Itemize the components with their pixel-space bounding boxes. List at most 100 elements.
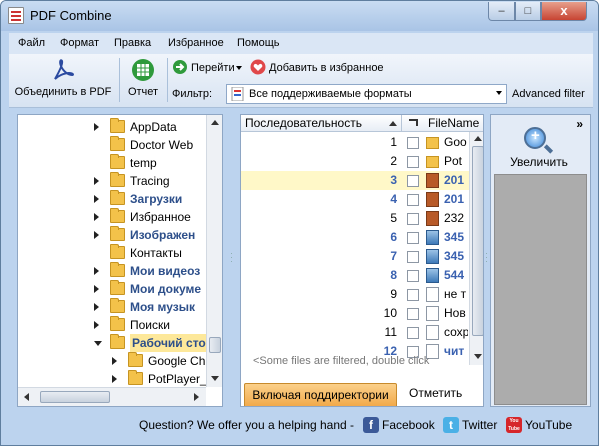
- minimize-button[interactable]: –: [488, 2, 515, 21]
- menu-favorites[interactable]: Избранное: [168, 37, 224, 49]
- collapsed-arrow-icon[interactable]: [94, 303, 99, 311]
- tree-item[interactable]: Google Ch: [18, 352, 206, 370]
- tree-item[interactable]: AppData: [18, 118, 206, 136]
- maximize-button[interactable]: □: [515, 2, 541, 21]
- row-checkbox[interactable]: [407, 213, 419, 225]
- collapsed-arrow-icon[interactable]: [94, 123, 99, 131]
- row-sequence-number: 5: [390, 211, 397, 225]
- collapsed-arrow-icon[interactable]: [112, 357, 117, 365]
- table-row[interactable]: 7 345: [241, 247, 469, 266]
- row-checkbox[interactable]: [407, 175, 419, 187]
- mark-button[interactable]: Отметить: [409, 386, 462, 400]
- menu-help[interactable]: Помощь: [237, 37, 280, 49]
- collapsed-arrow-icon[interactable]: [94, 321, 99, 329]
- facebook-link[interactable]: f Facebook: [363, 417, 443, 434]
- app-icon: [8, 7, 24, 24]
- table-row[interactable]: 6 345: [241, 228, 469, 247]
- go-arrow-icon: [173, 60, 187, 74]
- merge-pdf-button[interactable]: Объединить в PDF: [13, 58, 113, 104]
- youtube-link[interactable]: You Tube YouTube: [506, 417, 588, 434]
- menu-file[interactable]: Файл: [18, 37, 45, 49]
- title-bar[interactable]: PDF Combine – □ x: [1, 1, 598, 31]
- table-row[interactable]: 10 Нов: [241, 304, 469, 323]
- list-scroll-thumb[interactable]: [472, 146, 483, 336]
- report-label: Отчет: [127, 86, 159, 98]
- expand-panel-button[interactable]: »: [576, 117, 583, 131]
- twitter-link[interactable]: t Twitter: [443, 417, 507, 434]
- scroll-right-icon[interactable]: [194, 393, 199, 401]
- collapsed-arrow-icon[interactable]: [94, 195, 99, 203]
- tree-item-label: Мои докуме: [130, 282, 202, 296]
- tree-item-label: Doctor Web: [130, 138, 194, 152]
- table-row[interactable]: 11 сохр: [241, 323, 469, 342]
- list-vertical-scrollbar[interactable]: [469, 132, 483, 365]
- scroll-down-icon[interactable]: [211, 376, 219, 381]
- tree-item[interactable]: Tracing: [18, 172, 206, 190]
- row-checkbox[interactable]: [407, 289, 419, 301]
- row-checkbox[interactable]: [407, 137, 419, 149]
- table-row[interactable]: 5 232: [241, 209, 469, 228]
- table-row[interactable]: 3 201: [241, 171, 469, 190]
- report-button[interactable]: Отчет: [123, 58, 163, 104]
- tree-vertical-scrollbar[interactable]: [206, 115, 222, 387]
- column-divider[interactable]: [401, 115, 402, 132]
- zoom-label: Увеличить: [510, 155, 568, 169]
- scroll-up-icon[interactable]: [211, 120, 219, 125]
- close-button[interactable]: x: [541, 2, 587, 21]
- tree-item[interactable]: temp: [18, 154, 206, 172]
- column-sequence[interactable]: Последовательность: [245, 116, 362, 130]
- collapsed-arrow-icon[interactable]: [94, 231, 99, 239]
- tree-item[interactable]: Загрузки: [18, 190, 206, 208]
- tree-item[interactable]: Мои видеоз: [18, 262, 206, 280]
- menu-edit[interactable]: Правка: [114, 37, 151, 49]
- tree-item[interactable]: Избранное: [18, 208, 206, 226]
- scroll-up-icon[interactable]: [474, 136, 482, 141]
- folder-tree[interactable]: AppData Doctor Web temp Tracing Загрузки Избр…: [17, 114, 223, 407]
- row-checkbox[interactable]: [407, 194, 419, 206]
- table-row[interactable]: 8 544: [241, 266, 469, 285]
- row-filename: 201: [444, 173, 465, 187]
- tree-item[interactable]: Мои докуме: [18, 280, 206, 298]
- pdf-file-icon: [231, 87, 244, 101]
- collapsed-arrow-icon[interactable]: [94, 267, 99, 275]
- collapsed-arrow-icon[interactable]: [94, 213, 99, 221]
- left-splitter[interactable]: · · ·: [230, 249, 233, 266]
- scroll-left-icon[interactable]: [24, 393, 29, 401]
- row-checkbox[interactable]: [407, 308, 419, 320]
- tree-hscroll-thumb[interactable]: [40, 391, 110, 403]
- filter-dropdown[interactable]: Все поддерживаемые форматы: [226, 84, 507, 104]
- tree-item[interactable]: Поиски: [18, 316, 206, 334]
- file-list[interactable]: Последовательность FileName 1 Goo 2 Pot 3 201…: [240, 114, 484, 407]
- table-row[interactable]: 9 не т: [241, 285, 469, 304]
- row-checkbox[interactable]: [407, 232, 419, 244]
- tree-item[interactable]: Рабочий сто: [18, 334, 206, 352]
- table-row[interactable]: 2 Pot: [241, 152, 469, 171]
- column-filename[interactable]: FileName: [428, 116, 479, 130]
- tree-horizontal-scrollbar[interactable]: [18, 387, 206, 406]
- right-splitter[interactable]: · · ·: [485, 249, 488, 266]
- tree-item[interactable]: PotPlayer_: [18, 370, 206, 388]
- expanded-arrow-icon[interactable]: [94, 341, 102, 346]
- row-checkbox[interactable]: [407, 156, 419, 168]
- tree-item[interactable]: Doctor Web: [18, 136, 206, 154]
- tree-scroll-thumb[interactable]: [209, 337, 221, 353]
- row-checkbox[interactable]: [407, 270, 419, 282]
- row-sequence-number: 9: [390, 287, 397, 301]
- include-subdirectories-button[interactable]: Включая поддиректории: [244, 383, 397, 406]
- zoom-button[interactable]: Увеличить: [499, 117, 574, 172]
- filtered-files-message[interactable]: <Some files are filtered, double click: [253, 355, 429, 367]
- tree-item[interactable]: Изображен: [18, 226, 206, 244]
- collapsed-arrow-icon[interactable]: [112, 375, 117, 383]
- image-file-icon: [426, 173, 439, 188]
- collapsed-arrow-icon[interactable]: [94, 177, 99, 185]
- tree-item[interactable]: Контакты: [18, 244, 206, 262]
- table-row[interactable]: 1 Goo: [241, 133, 469, 152]
- advanced-filter-link[interactable]: Advanced filter: [512, 88, 585, 100]
- row-checkbox[interactable]: [407, 251, 419, 263]
- row-checkbox[interactable]: [407, 327, 419, 339]
- tree-item[interactable]: Моя музык: [18, 298, 206, 316]
- menu-format[interactable]: Формат: [60, 37, 99, 49]
- scroll-down-icon[interactable]: [474, 354, 482, 359]
- collapsed-arrow-icon[interactable]: [94, 285, 99, 293]
- table-row[interactable]: 4 201: [241, 190, 469, 209]
